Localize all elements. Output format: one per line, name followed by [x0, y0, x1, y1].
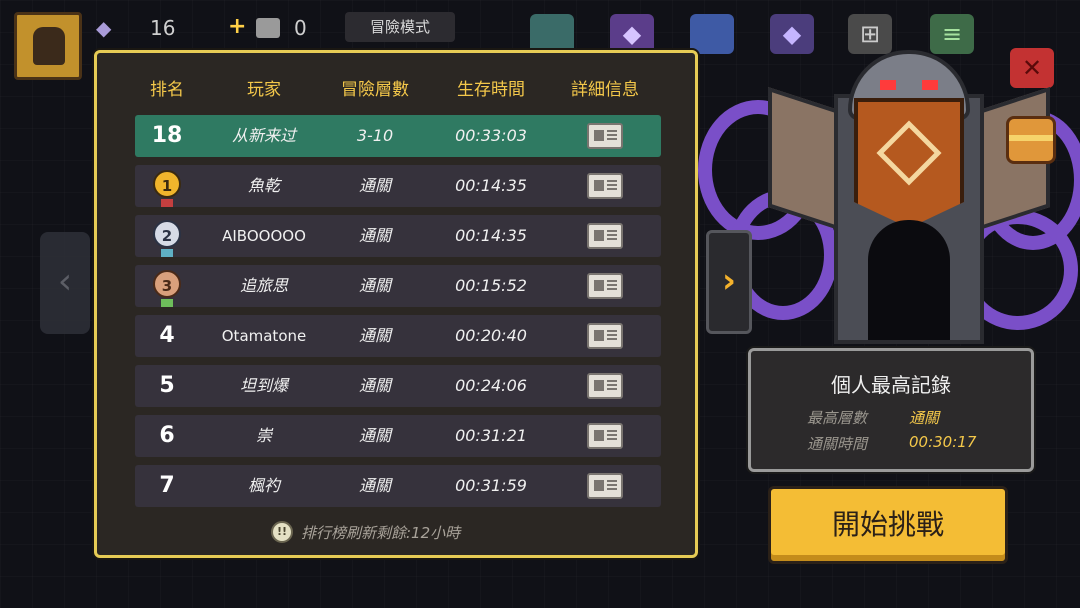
best-time-label: 通關時間 [807, 435, 868, 453]
table-row[interactable]: 3 追旅思 通關 00:15:52 [135, 265, 661, 307]
detail-icon[interactable] [587, 173, 623, 199]
gem-store-icon[interactable]: ◆ [610, 14, 654, 54]
info-cell [557, 365, 653, 407]
best-time-value: 00:30:17 [909, 433, 977, 451]
personal-best-title: 個人最高記錄 [831, 373, 951, 397]
time-value: 00:31:59 [455, 476, 527, 495]
bronze-medal-icon: 3 [153, 270, 181, 307]
silver-medal-icon: 2 [153, 220, 181, 257]
player-name: Otamatone [221, 327, 307, 345]
floor-value: 通關 [358, 276, 391, 295]
rank-cell: 2 [135, 215, 199, 257]
time-value: 00:20:40 [455, 326, 527, 345]
detail-icon[interactable] [587, 473, 623, 499]
shop-icon[interactable] [530, 14, 574, 54]
rank-cell: 3 [135, 265, 199, 307]
floor-value: 通關 [358, 426, 391, 445]
player-name: 楓礿 [247, 476, 280, 495]
table-row[interactable]: 6 崇 通關 00:31:21 [135, 415, 661, 457]
my-rank-row[interactable]: 18 从新来过 3-10 00:33:03 [135, 115, 661, 157]
leaderboard-header: 排名 玩家 冒險層數 生存時間 詳細信息 [97, 75, 695, 100]
info-cell [557, 315, 653, 357]
info-cell [557, 115, 653, 157]
time-value: 00:24:06 [455, 376, 527, 395]
header-info: 詳細信息 [571, 80, 639, 100]
header-time: 生存時間 [457, 80, 525, 100]
info-cell [557, 165, 653, 207]
detail-icon[interactable] [587, 423, 623, 449]
detail-icon[interactable] [587, 123, 623, 149]
info-cell [557, 465, 653, 507]
personal-best-panel: 個人最高記錄 最高層數 通關 通關時間 00:30:17 [748, 348, 1034, 472]
add-icon[interactable]: + [228, 14, 246, 39]
gem-count: 16 [150, 16, 176, 40]
floor-value: 通關 [358, 226, 391, 245]
info-cell [557, 265, 653, 307]
time-value: 00:15:52 [455, 276, 527, 295]
player-name: 崇 [255, 426, 272, 445]
coin-count: 0 [294, 16, 307, 40]
floor-value: 3-10 [356, 126, 394, 145]
detail-icon[interactable] [587, 323, 623, 349]
best-floor-value: 通關 [909, 409, 940, 427]
rank-cell: 1 [135, 165, 199, 207]
floor-value: 通關 [358, 376, 391, 395]
time-value: 00:14:35 [455, 176, 527, 195]
medal-number: 3 [161, 277, 173, 295]
leaderboard-panel: 排名 玩家 冒險層數 生存時間 詳細信息 18 从新来过 3-10 00:33:… [94, 50, 698, 558]
best-floor-label: 最高層數 [807, 409, 868, 427]
detail-icon[interactable] [587, 223, 623, 249]
treasure-chest-icon[interactable] [1006, 116, 1056, 164]
boss-door [868, 220, 950, 340]
rank-number: 5 [159, 373, 175, 398]
floor-value: 通關 [358, 176, 391, 195]
header-rank: 排名 [150, 80, 184, 100]
medal-number: 1 [161, 177, 173, 195]
header-player: 玩家 [247, 80, 281, 100]
rank-number: 4 [159, 323, 175, 348]
table-row[interactable]: 5 坦到爆 通關 00:24:06 [135, 365, 661, 407]
table-row[interactable]: 7 楓礿 通關 00:31:59 [135, 465, 661, 507]
clock-icon: !! [271, 521, 293, 543]
prev-arrow[interactable]: ‹ [40, 232, 90, 334]
medal-number: 2 [161, 227, 173, 245]
avatar[interactable] [14, 12, 82, 80]
boss-eyes [874, 80, 944, 94]
table-row[interactable]: 2 AIBOOOOO 通關 00:14:35 [135, 215, 661, 257]
time-value: 00:33:03 [455, 126, 527, 145]
table-row[interactable]: 1 魚乾 通關 00:14:35 [135, 165, 661, 207]
info-cell [557, 415, 653, 457]
boss-artwork [698, 40, 1080, 360]
rank-number: 18 [151, 123, 183, 148]
player-name: 魚乾 [247, 176, 280, 195]
player-name: 坦到爆 [239, 376, 288, 395]
rank-number: 7 [159, 473, 175, 498]
info-cell [557, 215, 653, 257]
detail-icon[interactable] [587, 273, 623, 299]
refresh-notice: !! 排行榜刷新剩餘:12小時 [271, 520, 460, 544]
gold-medal-icon: 1 [153, 170, 181, 207]
gem-icon: ◆ [96, 16, 112, 40]
player-name: AIBOOOOO [222, 227, 306, 245]
next-arrow[interactable]: › [706, 230, 752, 334]
refresh-text: 排行榜刷新剩餘:12小時 [301, 523, 461, 542]
time-value: 00:14:35 [455, 226, 527, 245]
table-row[interactable]: 4 Otamatone 通關 00:20:40 [135, 315, 661, 357]
rank-number: 6 [159, 423, 175, 448]
detail-icon[interactable] [587, 373, 623, 399]
floor-value: 通關 [358, 476, 391, 495]
mode-label: 冒險模式 [345, 12, 455, 42]
coin-chest-icon [256, 18, 280, 38]
player-name: 追旅思 [239, 276, 288, 295]
floor-value: 通關 [358, 326, 391, 345]
player-name: 从新来过 [231, 126, 296, 145]
header-floor: 冒險層數 [341, 80, 409, 100]
time-value: 00:31:21 [455, 426, 527, 445]
start-challenge-button[interactable]: 開始挑戰 [768, 486, 1008, 564]
